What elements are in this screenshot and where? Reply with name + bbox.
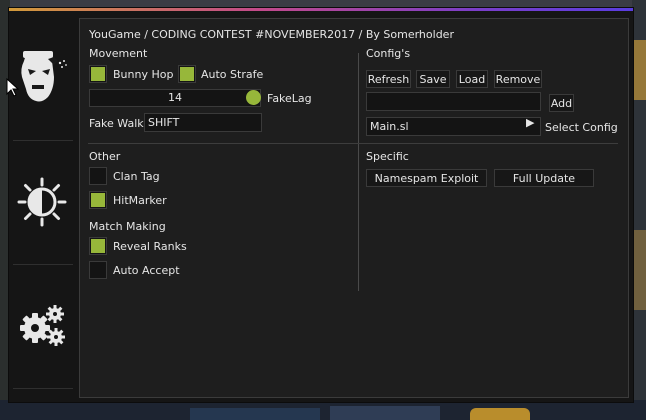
visuals-icon — [17, 177, 67, 227]
remove-button[interactable]: Remove — [494, 70, 542, 88]
auto-accept-label: Auto Accept — [113, 264, 180, 277]
full-update-button[interactable]: Full Update — [494, 169, 594, 187]
fakelag-label: FakeLag — [267, 92, 312, 105]
auto-strafe-checkbox[interactable] — [178, 65, 196, 83]
fakelag-value: 14 — [168, 91, 182, 104]
sidebar-divider — [13, 140, 73, 141]
bunny-hop-checkbox[interactable] — [89, 65, 107, 83]
add-config-button[interactable]: Add — [549, 94, 574, 112]
page-title: YouGame / CODING CONTEST #NOVEMBER2017 /… — [89, 28, 454, 41]
checkbox-fill — [180, 67, 194, 81]
hitmarker-checkbox[interactable] — [89, 191, 107, 209]
fake-walk-label: Fake Walk — [89, 117, 144, 130]
mouse-cursor-icon — [6, 78, 20, 97]
sidebar-divider — [13, 264, 73, 265]
checkbox-fill — [91, 67, 105, 81]
rainbow-bar — [9, 8, 633, 11]
tab-settings[interactable] — [13, 266, 71, 384]
column-divider — [358, 53, 359, 291]
reveal-ranks-label: Reveal Ranks — [113, 240, 187, 253]
reveal-ranks-checkbox[interactable] — [89, 237, 107, 255]
background-object — [632, 40, 646, 100]
select-config-label: Select Config — [545, 121, 618, 134]
cheat-menu-window: YouGame / CODING CONTEST #NOVEMBER2017 /… — [8, 7, 634, 403]
sidebar — [11, 18, 73, 398]
content-panel: YouGame / CODING CONTEST #NOVEMBER2017 /… — [79, 18, 629, 398]
background-game-right — [632, 0, 646, 420]
save-button[interactable]: Save — [416, 70, 450, 88]
section-divider — [88, 143, 618, 144]
background-object — [330, 406, 440, 420]
background-object — [470, 408, 530, 420]
fakelag-slider-knob[interactable] — [246, 90, 261, 105]
tab-rage[interactable] — [13, 18, 71, 136]
clan-tag-checkbox[interactable] — [89, 167, 107, 185]
settings-icon — [20, 305, 65, 346]
auto-accept-checkbox[interactable] — [89, 261, 107, 279]
background-object — [190, 408, 320, 420]
tab-visuals[interactable] — [13, 143, 71, 261]
refresh-button[interactable]: Refresh — [366, 70, 411, 88]
config-select[interactable]: Main.sl — [366, 117, 541, 136]
auto-strafe-label: Auto Strafe — [201, 68, 264, 81]
dropdown-play-icon[interactable]: ▶ — [526, 116, 534, 129]
section-title-configs: Config's — [366, 47, 411, 60]
section-title-match-making: Match Making — [89, 220, 166, 233]
section-title-movement: Movement — [89, 47, 148, 60]
load-button[interactable]: Load — [456, 70, 488, 88]
background-game-bottom — [0, 400, 646, 420]
fake-walk-key-input[interactable]: SHIFT — [144, 113, 262, 132]
section-title-specific: Specific — [366, 150, 409, 163]
rage-icon — [21, 51, 67, 102]
checkbox-fill — [91, 239, 105, 253]
clan-tag-label: Clan Tag — [113, 170, 160, 183]
section-title-other: Other — [89, 150, 121, 163]
namespam-exploit-button[interactable]: Namespam Exploit — [366, 169, 487, 187]
checkbox-fill — [91, 193, 105, 207]
fakelag-slider[interactable]: 14 — [89, 89, 261, 107]
hitmarker-label: HitMarker — [113, 194, 167, 207]
bunny-hop-label: Bunny Hop — [113, 68, 174, 81]
sidebar-divider — [13, 388, 73, 389]
background-object — [634, 230, 646, 310]
config-name-input[interactable] — [366, 92, 541, 111]
